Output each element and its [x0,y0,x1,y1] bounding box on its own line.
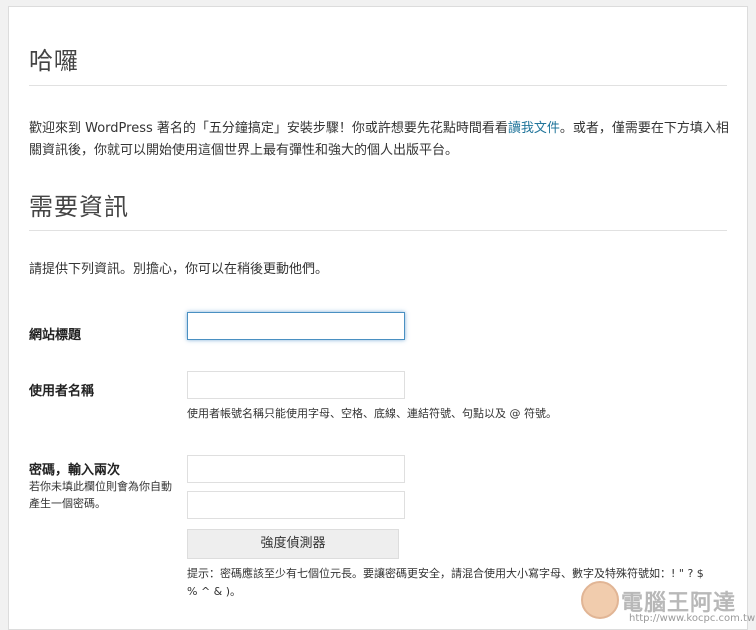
mascot-logo-icon [581,581,619,619]
username-input[interactable] [187,371,405,399]
password-label: 密碼，輸入兩次 [29,463,121,478]
password-confirm-input[interactable] [187,491,405,519]
install-panel: 哈囉 歡迎來到 WordPress 著名的「五分鐘搞定」安裝步驟！你或許想要先花… [8,6,755,630]
welcome-text-before: 歡迎來到 WordPress 著名的「五分鐘搞定」安裝步驟！你或許想要先花點時間… [29,121,508,136]
watermark: 電腦王阿達 http://www.kocpc.com.tw [569,567,755,627]
username-label: 使用者名稱 [29,384,95,399]
username-help: 使用者帳號名稱只能使用字母、空格、底線、連結符號、句點以及 @ 符號。 [187,407,557,420]
site-title-label: 網站標題 [29,328,82,343]
password-input[interactable] [187,455,405,483]
info-text: 請提供下列資訊。別擔心，你可以在稍後更動他們。 [29,262,329,277]
divider [29,230,727,231]
password-sublabel: 若你未填此欄位則會為你自動產生一個密碼。 [29,480,172,510]
password-strength-meter: 強度偵測器 [187,529,399,559]
hello-heading: 哈囉 [29,47,79,75]
readme-link[interactable]: 讀我文件 [508,121,560,136]
divider [29,85,727,86]
welcome-text: 歡迎來到 WordPress 著名的「五分鐘搞定」安裝步驟！你或許想要先花點時間… [29,118,729,162]
info-heading: 需要資訊 [29,193,129,221]
site-title-input[interactable] [187,312,405,340]
watermark-url: http://www.kocpc.com.tw [629,613,756,624]
